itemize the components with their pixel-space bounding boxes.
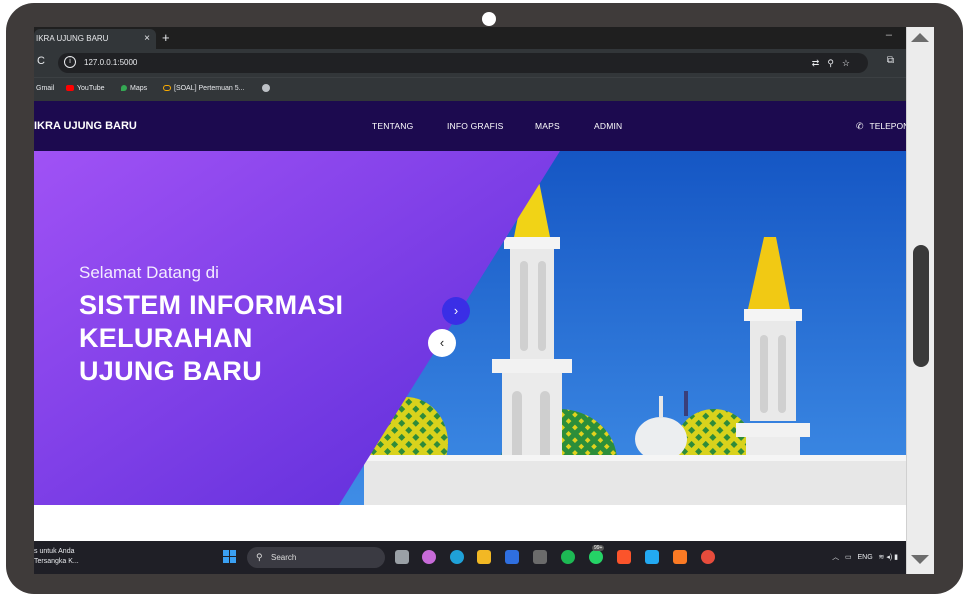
bookmark-maps[interactable]: Maps [121,78,147,100]
hero-title-line-3: UJUNG BARU [79,356,263,386]
new-tab-button[interactable]: + [162,29,170,47]
page-content-area [34,505,906,541]
tray-app-icon[interactable]: ▭ [845,554,852,561]
volume-icon[interactable]: ◂) [886,554,892,561]
vscode-icon[interactable] [645,550,659,564]
browser-tab[interactable]: IKRA UJUNG BARU × [34,29,156,49]
translate-icon[interactable]: ⇄ [812,58,828,68]
screen: IKRA UJUNG BARU × + – C i 127.0.0.1:5000… [34,27,906,574]
address-bar-row: C i 127.0.0.1:5000 ⇄⚲☆ ⧉ [34,49,906,77]
maps-icon [121,85,127,92]
tab-strip: IKRA UJUNG BARU × + – [34,27,906,49]
carousel-next-button[interactable]: › [442,297,470,325]
bookmark-youtube[interactable]: YouTube [66,78,105,100]
edge-icon[interactable] [450,550,464,564]
address-bar[interactable]: i 127.0.0.1:5000 ⇄⚲☆ [58,53,868,73]
bookmarks-bar: Gmail YouTube Maps [SOAL] Pertemuan 5... [34,77,906,101]
settings-icon[interactable] [533,550,547,564]
reload-icon[interactable]: C [37,55,45,67]
windows-taskbar: s untuk Anda Tersangka K... ⚲ Search 99+ … [34,541,906,574]
extensions-icon[interactable]: ⧉ [887,55,894,66]
bookmark-soal[interactable]: [SOAL] Pertemuan 5... [163,78,244,100]
minimize-button[interactable]: – [886,29,892,41]
taskbar-search-label: Search [271,553,297,562]
camera-dot [482,12,496,26]
language-indicator[interactable]: ENG [857,554,872,561]
bookmark-star-icon[interactable]: ☆ [842,58,858,68]
battery-icon[interactable]: ▮ [894,554,898,561]
phone-icon: ✆ [856,121,864,131]
scroll-down-arrow-icon[interactable] [911,555,929,564]
store-icon[interactable] [505,550,519,564]
zoom-icon[interactable]: ⚲ [827,58,842,68]
scroll-up-arrow-icon[interactable] [911,33,929,42]
phone-label: TELEPON [869,121,906,131]
hero-carousel: Selamat Datang di SISTEM INFORMASI KELUR… [34,151,906,505]
site-info-icon[interactable]: i [64,56,76,68]
wifi-icon[interactable]: ≋ [879,554,885,561]
hero-title: SISTEM INFORMASI KELURAHAN UJUNG BARU [79,289,343,388]
youtube-icon [66,85,74,92]
system-tray: ︿ ▭ ENG ≋ ◂) ▮ [832,541,898,574]
scrollbar[interactable] [906,27,934,574]
site-navbar: IKRA UJUNG BARU TENTANG INFO GRAFIS MAPS… [34,101,906,151]
bookmark-gmail[interactable]: Gmail [36,78,54,100]
website: IKRA UJUNG BARU TENTANG INFO GRAFIS MAPS… [34,101,906,541]
whatsapp-badge: 99+ [592,545,605,551]
tab-title: IKRA UJUNG BARU [36,34,109,43]
tray-chevron-icon[interactable]: ︿ [832,554,839,561]
bookmark-soal-label: [SOAL] Pertemuan 5... [174,85,245,92]
weather-line-1: s untuk Anda [34,548,75,555]
nav-tentang[interactable]: TENTANG [372,101,413,151]
search-icon: ⚲ [256,552,263,562]
nav-info-grafis[interactable]: INFO GRAFIS [447,101,504,151]
brave-icon[interactable] [617,550,631,564]
scrollbar-thumb[interactable] [913,245,929,367]
bookmark-youtube-label: YouTube [77,85,105,92]
omnibox-actions: ⇄⚲☆ [812,53,858,73]
windows-start-icon[interactable] [223,550,237,564]
copilot-icon[interactable] [422,550,436,564]
xampp-icon[interactable] [673,550,687,564]
nav-maps[interactable]: MAPS [535,101,560,151]
link-icon [163,85,171,92]
weather-widget[interactable]: s untuk Anda Tersangka K... [34,547,79,567]
carousel-prev-button[interactable]: ‹ [428,329,456,357]
spotify-icon[interactable] [561,550,575,564]
bookmark-maps-label: Maps [130,85,148,92]
task-view-icon[interactable] [395,550,409,564]
site-brand[interactable]: IKRA UJUNG BARU [34,101,137,151]
nav-admin[interactable]: ADMIN [594,101,622,151]
tab-close-icon[interactable]: × [144,29,150,49]
globe-icon[interactable] [262,78,273,100]
taskbar-search[interactable]: ⚲ Search [247,547,385,568]
whatsapp-icon[interactable] [589,550,603,564]
hero-welcome: Selamat Datang di [79,263,219,282]
hero-title-line-1: SISTEM INFORMASI [79,290,344,320]
weather-line-2: Tersangka K... [34,558,79,565]
file-explorer-icon[interactable] [477,550,491,564]
chrome-icon[interactable] [701,550,715,564]
hero-title-line-2: KELURAHAN [79,323,253,353]
bookmark-gmail-label: Gmail [36,85,55,92]
url-text[interactable]: 127.0.0.1:5000 [84,53,137,73]
phone-link[interactable]: ✆ TELEPON [856,101,906,151]
